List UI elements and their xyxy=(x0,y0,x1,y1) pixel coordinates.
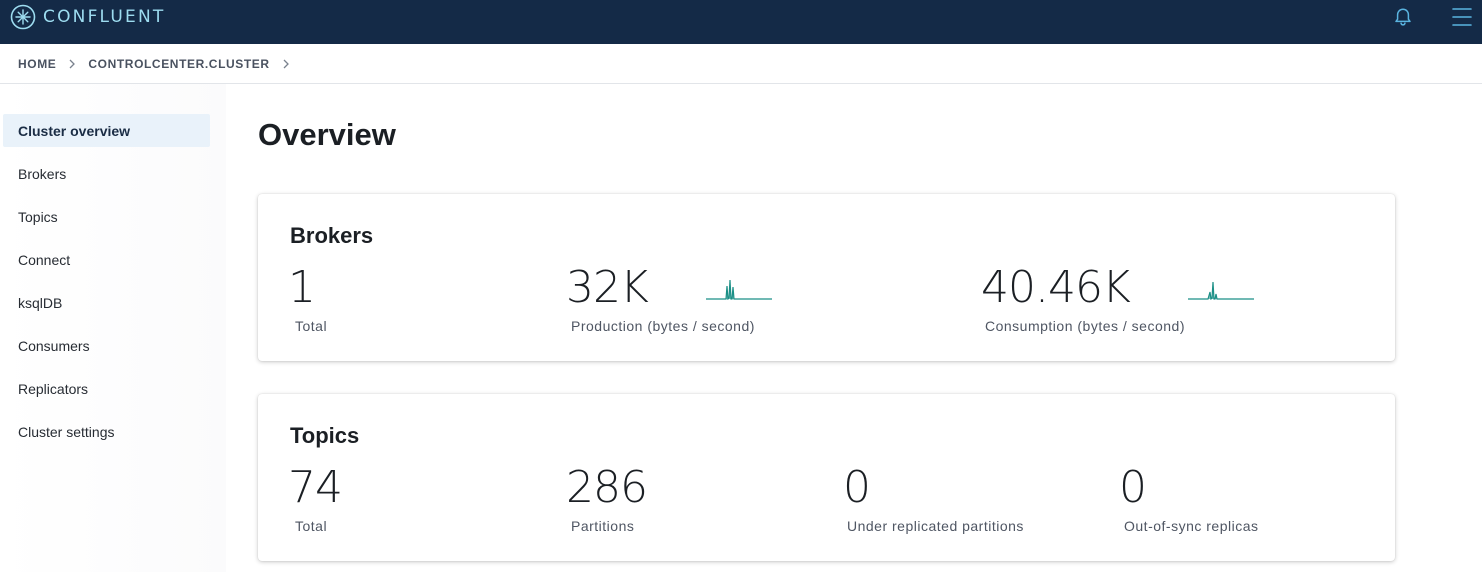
production-sparkline xyxy=(706,279,772,300)
brokers-card[interactable]: Brokers 1 Total 32K Production (bytes / … xyxy=(258,194,1395,361)
sidebar-item-cluster-settings[interactable]: Cluster settings xyxy=(3,415,210,448)
sidebar: Cluster overview Brokers Topics Connect … xyxy=(0,84,226,572)
sidebar-item-ksqldb[interactable]: ksqlDB xyxy=(3,286,210,319)
brand-name: CONFLUENT xyxy=(43,7,166,27)
consumption-value: 40.46K xyxy=(981,262,1131,313)
top-navigation-bar: CONFLUENT xyxy=(0,0,1482,44)
brokers-card-title: Brokers xyxy=(290,223,374,248)
brand[interactable]: CONFLUENT xyxy=(10,4,165,30)
out-of-sync-label: Out-of-sync replicas xyxy=(1124,518,1259,534)
production-value: 32K xyxy=(566,262,649,313)
consumption-label: Consumption (bytes / second) xyxy=(985,318,1185,334)
page-title: Overview xyxy=(258,117,396,152)
sidebar-item-consumers[interactable]: Consumers xyxy=(3,329,210,362)
topics-card[interactable]: Topics 74 Total 286 Partitions 0 Under r… xyxy=(258,394,1395,561)
brokers-total-label: Total xyxy=(295,318,328,334)
hamburger-menu-icon[interactable] xyxy=(1451,6,1473,28)
bell-icon[interactable] xyxy=(1392,6,1414,28)
topics-total-value: 74 xyxy=(288,462,343,513)
partitions-value: 286 xyxy=(566,462,648,513)
chevron-right-icon xyxy=(69,59,76,68)
sidebar-item-brokers[interactable]: Brokers xyxy=(3,157,210,190)
sidebar-item-replicators[interactable]: Replicators xyxy=(3,372,210,405)
chevron-right-icon xyxy=(283,59,289,68)
breadcrumb-home[interactable]: HOME xyxy=(18,57,56,71)
sidebar-item-topics[interactable]: Topics xyxy=(3,200,210,233)
brokers-total-value: 1 xyxy=(288,262,316,313)
under-replicated-value: 0 xyxy=(843,462,871,513)
sidebar-item-connect[interactable]: Connect xyxy=(3,243,210,276)
confluent-logo-icon xyxy=(10,4,36,30)
under-replicated-label: Under replicated partitions xyxy=(847,518,1024,534)
partitions-label: Partitions xyxy=(571,518,635,534)
breadcrumb-cluster[interactable]: CONTROLCENTER.CLUSTER xyxy=(88,57,269,71)
production-label: Production (bytes / second) xyxy=(571,318,755,334)
sidebar-item-cluster-overview[interactable]: Cluster overview xyxy=(3,114,210,147)
breadcrumb: HOME CONTROLCENTER.CLUSTER xyxy=(0,44,1482,84)
topics-total-label: Total xyxy=(295,518,328,534)
out-of-sync-value: 0 xyxy=(1119,462,1147,513)
topics-card-title: Topics xyxy=(290,423,360,448)
consumption-sparkline xyxy=(1188,281,1254,300)
